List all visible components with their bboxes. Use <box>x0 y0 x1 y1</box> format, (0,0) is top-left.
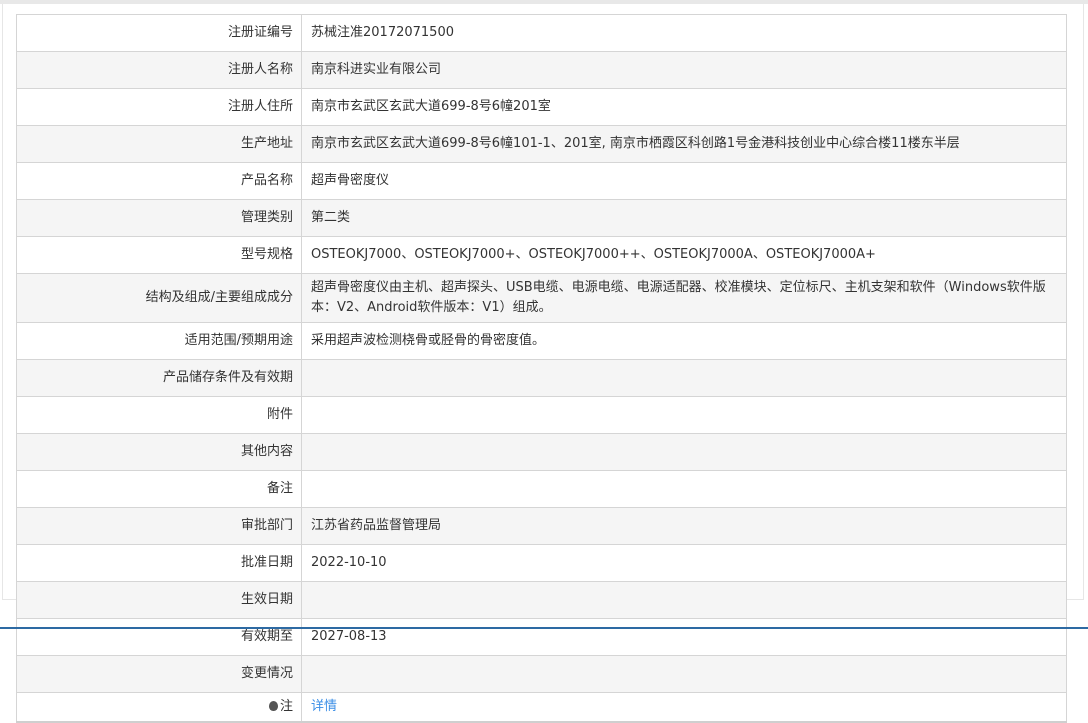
table-row: 有效期至 2027-08-13 <box>16 618 1067 656</box>
field-value <box>301 655 1067 693</box>
table-row: 批准日期 2022-10-10 <box>16 544 1067 582</box>
field-label: 注册人名称 <box>16 51 302 89</box>
field-label: 管理类别 <box>16 199 302 237</box>
field-label: 适用范围/预期用途 <box>16 322 302 360</box>
table-row: 生效日期 <box>16 581 1067 619</box>
field-label: 型号规格 <box>16 236 302 274</box>
field-label: 备注 <box>16 470 302 508</box>
table-row: 注册人名称 南京科进实业有限公司 <box>16 51 1067 89</box>
note-row: 注 详情 <box>16 692 1067 723</box>
note-label: 注 <box>16 692 302 723</box>
field-value <box>301 433 1067 471</box>
field-value: 超声骨密度仪由主机、超声探头、USB电缆、电源电缆、电源适配器、校准模块、定位标… <box>301 273 1067 323</box>
field-value: 南京市玄武区玄武大道699-8号6幢201室 <box>301 88 1067 126</box>
table-row: 其他内容 <box>16 433 1067 471</box>
field-value: 2022-10-10 <box>301 544 1067 582</box>
field-value: 南京市玄武区玄武大道699-8号6幢101-1、201室, 南京市栖霞区科创路1… <box>301 125 1067 163</box>
field-value: OSTEOKJ7000、OSTEOKJ7000+、OSTEOKJ7000++、O… <box>301 236 1067 274</box>
table-row: 备注 <box>16 470 1067 508</box>
note-label-text: 注 <box>279 699 293 714</box>
table-row: 附件 <box>16 396 1067 434</box>
field-value <box>301 581 1067 619</box>
table-row: 产品储存条件及有效期 <box>16 359 1067 397</box>
field-value: 第二类 <box>301 199 1067 237</box>
field-value: 采用超声波检测桡骨或胫骨的骨密度值。 <box>301 322 1067 360</box>
field-value <box>301 396 1067 434</box>
field-label: 产品储存条件及有效期 <box>16 359 302 397</box>
table-row: 变更情况 <box>16 655 1067 693</box>
table-row: 注册证编号 苏械注准20172071500 <box>16 14 1067 52</box>
table-row: 型号规格 OSTEOKJ7000、OSTEOKJ7000+、OSTEOKJ7000… <box>16 236 1067 274</box>
field-label: 产品名称 <box>16 162 302 200</box>
field-value <box>301 359 1067 397</box>
field-label: 注册证编号 <box>16 14 302 52</box>
lightbulb-icon <box>268 701 278 711</box>
table-row: 注册人住所 南京市玄武区玄武大道699-8号6幢201室 <box>16 88 1067 126</box>
field-label: 其他内容 <box>16 433 302 471</box>
registration-detail-table: 注册证编号 苏械注准20172071500 注册人名称 南京科进实业有限公司 注册人住所… <box>16 14 1067 723</box>
field-label: 有效期至 <box>16 618 302 656</box>
field-label: 批准日期 <box>16 544 302 582</box>
details-link[interactable]: 详情 <box>311 699 337 714</box>
table-row: 管理类别 第二类 <box>16 199 1067 237</box>
field-label: 生产地址 <box>16 125 302 163</box>
field-value <box>301 470 1067 508</box>
field-value: 2027-08-13 <box>301 618 1067 656</box>
field-label: 附件 <box>16 396 302 434</box>
note-value: 详情 <box>301 692 1067 723</box>
field-label: 结构及组成/主要组成成分 <box>16 273 302 323</box>
field-label: 变更情况 <box>16 655 302 693</box>
field-label: 生效日期 <box>16 581 302 619</box>
table-row: 产品名称 超声骨密度仪 <box>16 162 1067 200</box>
field-value: 江苏省药品监督管理局 <box>301 507 1067 545</box>
table-row: 结构及组成/主要组成成分 超声骨密度仪由主机、超声探头、USB电缆、电源电缆、电源… <box>16 273 1067 323</box>
table-row: 生产地址 南京市玄武区玄武大道699-8号6幢101-1、201室, 南京市栖霞区… <box>16 125 1067 163</box>
footer-divider <box>0 627 1088 629</box>
table-row: 适用范围/预期用途 采用超声波检测桡骨或胫骨的骨密度值。 <box>16 322 1067 360</box>
table-row: 审批部门 江苏省药品监督管理局 <box>16 507 1067 545</box>
field-label: 审批部门 <box>16 507 302 545</box>
field-value: 苏械注准20172071500 <box>301 14 1067 52</box>
field-label: 注册人住所 <box>16 88 302 126</box>
field-value: 南京科进实业有限公司 <box>301 51 1067 89</box>
field-value: 超声骨密度仪 <box>301 162 1067 200</box>
